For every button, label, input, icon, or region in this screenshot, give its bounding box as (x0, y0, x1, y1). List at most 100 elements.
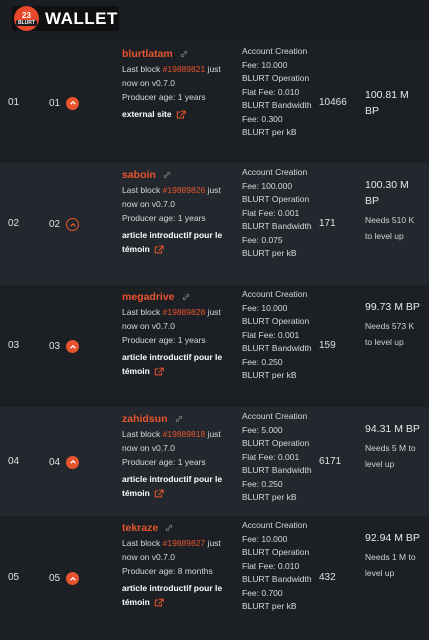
witness-name[interactable]: zahidsun (122, 411, 168, 427)
witness-bp-value: 100.81 M BP (365, 88, 409, 117)
witness-info: zahidsun Last block #19889818 just now on… (122, 411, 234, 500)
last-block-line: Last block #19889828 just now on v0.7.0 (122, 305, 234, 333)
witness-external-link[interactable]: article introductif pour le témoin (122, 581, 234, 609)
external-link-icon[interactable] (154, 598, 164, 607)
witness-bp: 94.31 M BP Needs 5 M to level up (365, 421, 423, 472)
witness-bp: 100.30 M BP Needs 510 K to level up (365, 177, 423, 244)
link-icon (182, 293, 189, 301)
rank-label: 02 (49, 219, 61, 230)
witness-rank: 05 (8, 572, 20, 583)
witness-votes: 171 (319, 218, 336, 229)
external-link-icon[interactable] (176, 110, 186, 119)
witness-bp: 99.73 M BP Needs 573 K to level up (365, 299, 423, 350)
witness-name-link[interactable]: blurtlatam (122, 46, 234, 62)
link-icon (166, 524, 173, 532)
link-icon (175, 415, 182, 423)
witness-row: 01 01 blurtlatam Last block #19889821 just … (0, 42, 429, 163)
link-icon (163, 171, 170, 179)
last-block-line: Last block #19889827 just now on v0.7.0 (122, 536, 234, 564)
witness-name[interactable]: blurtlatam (122, 46, 173, 62)
witness-bp-value: 92.94 M BP (365, 532, 420, 544)
witness-name[interactable]: tekraze (122, 520, 158, 536)
top-bar: 23 BLURT WALLET (0, 0, 429, 40)
witness-rank: 03 (8, 340, 20, 351)
witness-link-label[interactable]: article introductif pour le témoin (122, 230, 222, 254)
last-block-number[interactable]: #19889826 (163, 185, 206, 195)
logo-text: BLURT (16, 19, 37, 26)
witness-info: megadrive Last block #19889828 just now o… (122, 289, 234, 378)
producer-age: Producer age: 8 months (122, 566, 213, 576)
witness-info: saboin Last block #19889826 just now on v… (122, 167, 234, 256)
witness-rank-vote: 04 (49, 455, 80, 469)
witness-fees: Account Creation Fee: 10.000 BLURT Opera… (242, 520, 312, 611)
witness-name-link[interactable]: tekraze (122, 520, 234, 536)
last-block-number[interactable]: #19889818 (163, 429, 206, 439)
vote-chevron-up-icon[interactable] (66, 96, 80, 110)
last-block-prefix: Last block (122, 429, 163, 439)
witness-link-label[interactable]: external site (122, 109, 172, 119)
witness-name[interactable]: megadrive (122, 289, 175, 305)
witness-info: tekraze Last block #19889827 just now on … (122, 520, 234, 609)
witness-external-link[interactable]: external site (122, 107, 234, 121)
witness-external-link[interactable]: article introductif pour le témoin (122, 350, 234, 378)
witness-fees: Account Creation Fee: 10.000 BLURT Opera… (242, 46, 312, 137)
vote-chevron-up-icon[interactable] (66, 455, 80, 469)
external-link-icon[interactable] (154, 489, 164, 498)
last-block-number[interactable]: #19889827 (163, 538, 206, 548)
producer-age: Producer age: 1 years (122, 92, 206, 102)
witness-link-label[interactable]: article introductif pour le témoin (122, 583, 222, 607)
witness-votes: 6171 (319, 455, 342, 467)
producer-age: Producer age: 1 years (122, 457, 206, 467)
witness-bp-value: 100.30 M BP (365, 179, 409, 207)
blurt-logo-icon: 23 BLURT (14, 6, 39, 31)
witness-row: 05 05 tekraze Last block #19889827 just now… (0, 516, 429, 640)
witness-votes: 159 (319, 340, 336, 351)
witness-bp-value: 94.31 M BP (365, 423, 420, 435)
witness-rank: 04 (8, 455, 20, 467)
witness-info: blurtlatam Last block #19889821 just now … (122, 46, 234, 121)
witness-rank: 02 (8, 218, 20, 229)
witness-external-link[interactable]: article introductif pour le témoin (122, 228, 234, 256)
last-block-prefix: Last block (122, 307, 163, 317)
witness-row: 03 03 megadrive Last block #19889828 just n… (0, 285, 429, 407)
last-block-number[interactable]: #19889821 (163, 64, 206, 74)
rank-label: 05 (49, 573, 61, 584)
witness-link-label[interactable]: article introductif pour le témoin (122, 474, 222, 498)
witness-row: 04 04 zahidsun Last block #19889818 just no… (0, 407, 429, 516)
witness-rank: 01 (8, 96, 20, 108)
level-up-needs: Needs 510 K to level up (365, 215, 415, 241)
witness-fees: Account Creation Fee: 100.000 BLURT Oper… (242, 167, 312, 258)
witness-name[interactable]: saboin (122, 167, 156, 183)
external-link-icon[interactable] (154, 367, 164, 376)
witness-votes: 432 (319, 572, 336, 583)
witness-bp: 100.81 M BP (365, 87, 423, 119)
level-up-needs: Needs 573 K to level up (365, 321, 415, 347)
link-icon (180, 50, 187, 58)
vote-chevron-up-icon[interactable] (66, 340, 80, 353)
witness-fees: Account Creation Fee: 5.000 BLURT Operat… (242, 411, 312, 502)
witness-rank-vote: 03 (49, 340, 80, 353)
last-block-line: Last block #19889818 just now on v0.7.0 (122, 427, 234, 455)
witness-rank-vote: 05 (49, 572, 80, 585)
last-block-prefix: Last block (122, 64, 163, 74)
witness-name-link[interactable]: saboin (122, 167, 234, 183)
producer-age: Producer age: 1 years (122, 335, 206, 345)
witness-name-link[interactable]: zahidsun (122, 411, 234, 427)
rank-label: 03 (49, 341, 61, 352)
vote-chevron-up-icon[interactable] (66, 218, 80, 231)
witness-rank-vote: 01 (49, 96, 80, 110)
wallet-brand[interactable]: 23 BLURT WALLET (12, 6, 119, 31)
witness-link-label[interactable]: article introductif pour le témoin (122, 352, 222, 376)
logo-number: 23 (22, 10, 31, 20)
witness-rank-vote: 02 (49, 218, 80, 231)
witness-votes: 10466 (319, 96, 347, 108)
witness-name-link[interactable]: megadrive (122, 289, 234, 305)
last-block-number[interactable]: #19889828 (163, 307, 206, 317)
last-block-prefix: Last block (122, 538, 163, 548)
external-link-icon[interactable] (154, 245, 164, 254)
witness-external-link[interactable]: article introductif pour le témoin (122, 472, 234, 500)
app-title: WALLET (45, 8, 118, 28)
last-block-line: Last block #19889821 just now on v0.7.0 (122, 62, 234, 90)
vote-chevron-up-icon[interactable] (66, 572, 80, 585)
level-up-needs: Needs 1 M to level up (365, 552, 416, 578)
